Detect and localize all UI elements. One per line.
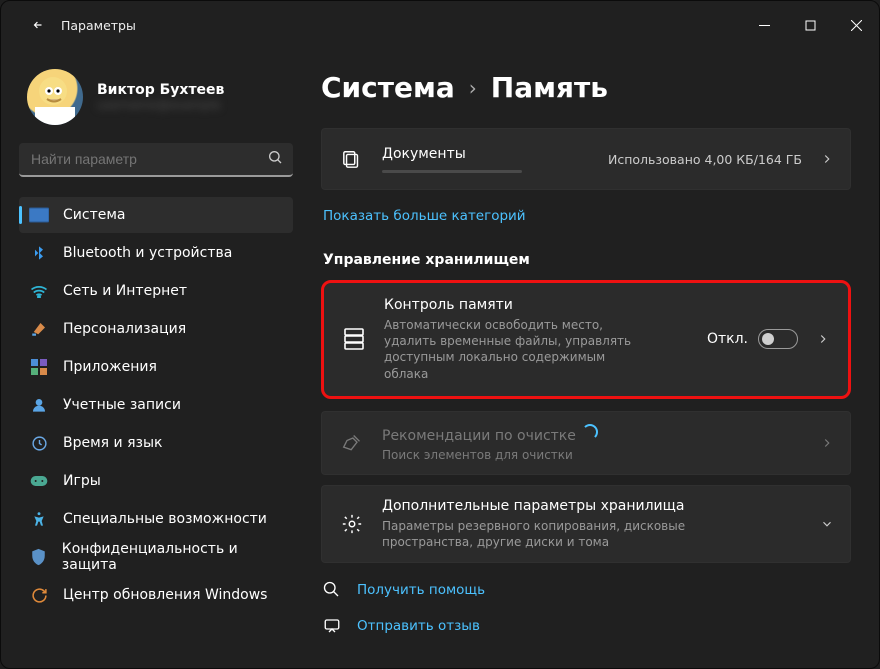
wifi-icon [29, 281, 49, 301]
profile-name: Виктор Бухтеев [97, 82, 224, 98]
broom-icon [340, 431, 364, 455]
sidebar-item-update[interactable]: Центр обновления Windows [19, 577, 293, 613]
page-title: Память [491, 71, 608, 104]
sidebar-item-label: Игры [63, 473, 101, 489]
close-button[interactable] [833, 1, 879, 49]
sidebar-item-label: Персонализация [63, 321, 186, 337]
accessibility-icon [29, 509, 49, 529]
sidebar-item-privacy[interactable]: Конфиденциальность и защита [19, 539, 293, 575]
advanced-card[interactable]: Дополнительные параметры хранилища Парам… [321, 485, 851, 563]
card-title: Дополнительные параметры хранилища [382, 498, 802, 514]
profile-sub: username@example [97, 98, 224, 112]
breadcrumb: Система › Память [321, 71, 851, 104]
apps-icon [29, 357, 49, 377]
gear-icon [340, 512, 364, 536]
sidebar-item-label: Учетные записи [63, 397, 181, 413]
card-title: Рекомендации по очистке [382, 424, 802, 444]
chevron-down-icon [820, 517, 834, 531]
sidebar-item-label: Специальные возможности [63, 511, 267, 527]
sidebar-item-time[interactable]: Время и язык [19, 425, 293, 461]
sidebar-item-bluetooth[interactable]: Bluetooth и устройства [19, 235, 293, 271]
titlebar: Параметры [1, 1, 879, 49]
card-desc: Параметры резервного копирования, дисков… [382, 518, 762, 550]
section-storage-management: Управление хранилищем [323, 252, 851, 268]
sidebar-item-label: Bluetooth и устройства [63, 245, 232, 261]
spinner-icon [582, 424, 598, 440]
sidebar-item-label: Центр обновления Windows [63, 587, 267, 603]
bluetooth-icon [29, 243, 49, 263]
clock-icon [29, 433, 49, 453]
brush-icon [29, 319, 49, 339]
footer-links: Получить помощь Отправить отзыв [321, 575, 851, 641]
storage-sense-toggle[interactable]: Откл. [707, 329, 798, 349]
avatar [27, 69, 83, 125]
sidebar-item-label: Система [63, 207, 125, 223]
profile[interactable]: Виктор Бухтеев username@example [19, 49, 293, 141]
breadcrumb-parent[interactable]: Система [321, 71, 455, 104]
back-button[interactable] [19, 6, 57, 44]
sidebar-item-accessibility[interactable]: Специальные возможности [19, 501, 293, 537]
toggle-state-label: Откл. [707, 331, 748, 347]
feedback-link[interactable]: Отправить отзыв [321, 611, 851, 641]
main-content: Система › Память Документы Использовано … [303, 49, 879, 668]
help-icon [323, 581, 341, 599]
sidebar-item-accounts[interactable]: Учетные записи [19, 387, 293, 423]
documents-icon [340, 147, 364, 171]
sidebar-item-personalization[interactable]: Персонализация [19, 311, 293, 347]
card-desc: Поиск элементов для очистки [382, 448, 802, 462]
search-icon [267, 149, 283, 169]
sidebar-item-apps[interactable]: Приложения [19, 349, 293, 385]
update-icon [29, 585, 49, 605]
sidebar-item-system[interactable]: Система [19, 197, 293, 233]
sidebar-item-label: Конфиденциальность и защита [62, 541, 283, 573]
sidebar-item-network[interactable]: Сеть и Интернет [19, 273, 293, 309]
storage-icon [342, 327, 366, 351]
progress-bar [382, 170, 522, 173]
chevron-right-icon: › [469, 76, 477, 100]
settings-window: Параметры [0, 0, 880, 669]
chevron-right-icon [816, 332, 830, 346]
app-title: Параметры [61, 18, 136, 33]
chevron-right-icon [820, 436, 834, 450]
person-icon [29, 395, 49, 415]
cleanup-card[interactable]: Рекомендации по очистке Поиск элементов … [321, 411, 851, 475]
search-box[interactable] [19, 143, 293, 177]
shield-icon [29, 547, 48, 567]
gamepad-icon [29, 471, 49, 491]
chevron-right-icon [820, 152, 834, 166]
show-more-link[interactable]: Показать больше категорий [321, 194, 528, 244]
help-link[interactable]: Получить помощь [321, 575, 851, 605]
sidebar: Виктор Бухтеев username@example Система [1, 49, 303, 668]
card-title: Документы [382, 146, 590, 162]
search-input[interactable] [31, 151, 267, 167]
feedback-icon [323, 617, 341, 635]
card-title: Контроль памяти [384, 297, 689, 313]
maximize-button[interactable] [787, 1, 833, 49]
display-icon [29, 205, 49, 225]
sidebar-item-label: Время и язык [63, 435, 162, 451]
card-desc: Автоматически освободить место, удалить … [384, 317, 644, 382]
minimize-button[interactable] [741, 1, 787, 49]
window-controls [741, 1, 879, 49]
storage-sense-card[interactable]: Контроль памяти Автоматически освободить… [321, 280, 851, 399]
toggle-switch[interactable] [758, 329, 798, 349]
sidebar-item-label: Приложения [63, 359, 157, 375]
sidebar-item-label: Сеть и Интернет [63, 283, 187, 299]
documents-card[interactable]: Документы Использовано 4,00 КБ/164 ГБ [321, 128, 851, 190]
sidebar-item-gaming[interactable]: Игры [19, 463, 293, 499]
usage-text: Использовано 4,00 КБ/164 ГБ [608, 152, 802, 167]
